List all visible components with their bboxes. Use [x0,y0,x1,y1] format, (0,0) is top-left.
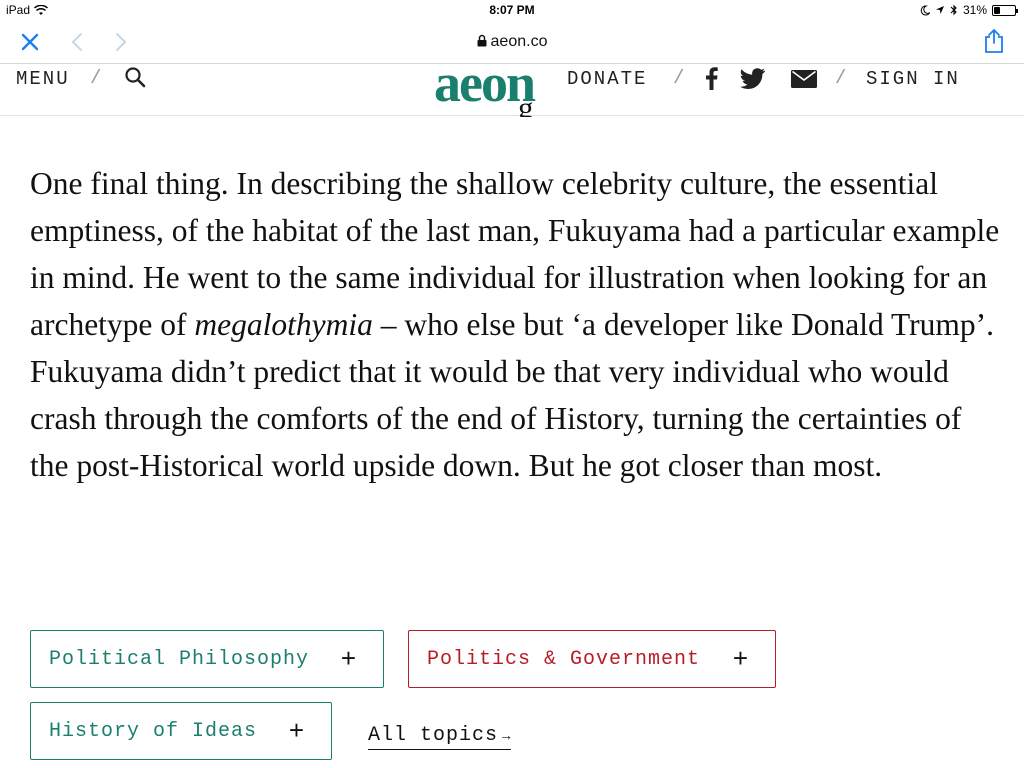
donate-link[interactable]: DONATE [567,68,647,90]
topic-tag-history-of-ideas[interactable]: History of Ideas + [30,702,332,760]
topic-tag-label: History of Ideas [49,719,258,743]
share-icon[interactable] [982,28,1006,54]
article-italic-term: megalothymia [194,307,373,342]
moon-icon [920,4,930,15]
topic-tag-label: Politics & Government [427,647,701,671]
browser-bar: aeon.co [0,22,1024,64]
mail-icon[interactable] [791,70,817,88]
battery-icon [992,4,1018,16]
url-field[interactable]: aeon.co [0,33,1024,51]
article-paragraph: One final thing. In describing the shall… [30,160,1005,489]
topic-tag-label: Political Philosophy [49,647,310,671]
lock-icon [477,34,487,47]
arrow-right-icon: → [502,729,512,745]
add-topic-icon: + [340,643,357,673]
add-topic-icon: + [732,643,749,673]
all-topics-label: All topics [368,724,499,747]
search-icon[interactable] [124,66,146,88]
url-text: aeon.co [490,33,548,50]
sign-in-link[interactable]: SIGN IN [866,68,960,90]
nav-separator: / [90,67,102,89]
topic-tag-political-philosophy[interactable]: Political Philosophy + [30,630,384,688]
add-topic-icon: + [288,715,305,745]
nav-separator: / [673,67,685,89]
status-right: 31% [920,3,1018,17]
facebook-icon[interactable] [703,66,719,90]
site-nav: MENU / aeon DONATE / / SIGN IN [0,64,1024,116]
nav-separator: / [835,67,847,89]
location-arrow-icon [935,6,944,14]
scrolled-text-fragment: g [518,99,534,117]
status-bar: iPad 8:07 PM 31% [0,0,1024,22]
topic-tag-politics-government[interactable]: Politics & Government + [408,630,776,688]
twitter-icon[interactable] [740,68,766,90]
menu-button[interactable]: MENU [16,68,70,90]
status-time: 8:07 PM [489,3,535,17]
bluetooth-icon [950,4,957,16]
battery-percent: 31% [962,3,987,17]
all-topics-link[interactable]: All topics → [368,724,512,750]
